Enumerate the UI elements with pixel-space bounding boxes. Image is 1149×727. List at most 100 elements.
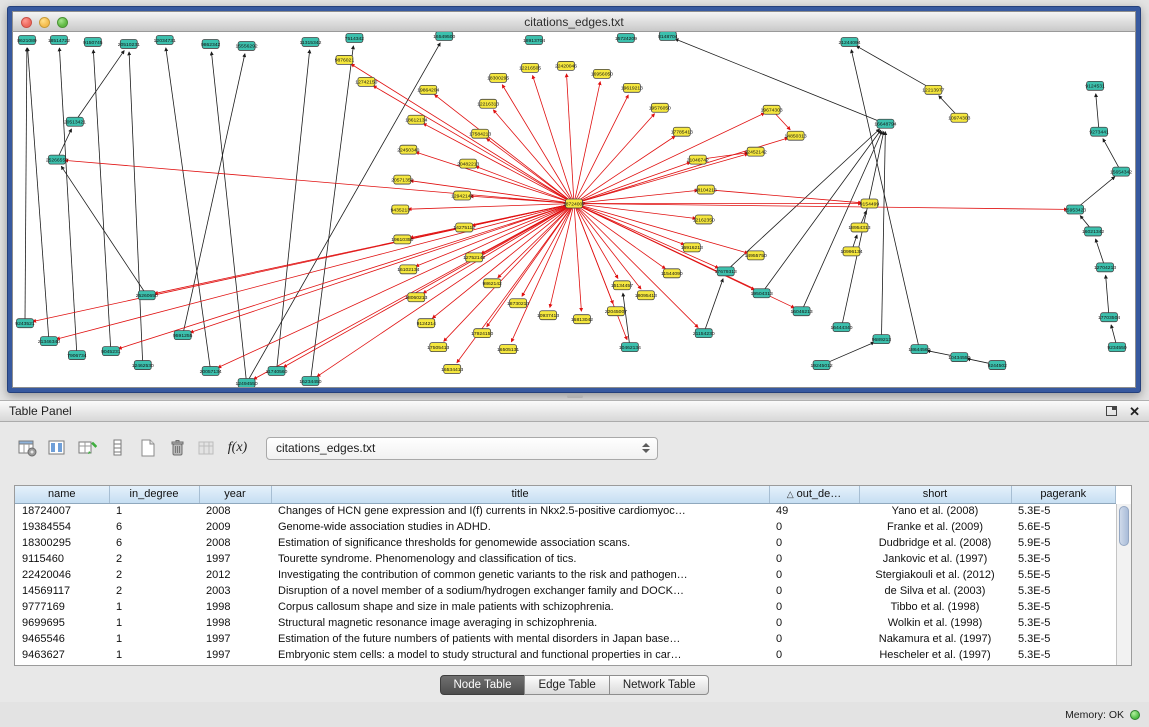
table-cell[interactable]: 0 <box>769 551 859 567</box>
table-mode-button[interactable] <box>14 436 41 461</box>
table-cell[interactable]: 2 <box>109 551 199 567</box>
table-cell[interactable]: 9699695 <box>15 615 109 631</box>
table-cell[interactable]: 14569117 <box>15 583 109 599</box>
table-cell[interactable]: 5.9E-5 <box>1011 535 1116 551</box>
table-cell[interactable]: 2003 <box>199 583 271 599</box>
column-header-title[interactable]: title <box>271 486 769 503</box>
table-row[interactable]: 946554611997Estimation of the future num… <box>15 631 1116 647</box>
table-cell[interactable]: Nakamura et al. (1997) <box>859 631 1011 647</box>
network-window[interactable]: citations_edges.txt 86210891851472291507… <box>7 6 1141 393</box>
table-cell[interactable]: 2008 <box>199 535 271 551</box>
table-cell[interactable]: 1998 <box>199 599 271 615</box>
table-cell[interactable]: 0 <box>769 615 859 631</box>
scrollbar-thumb[interactable] <box>1119 506 1129 546</box>
table-cell[interactable]: 49 <box>769 503 859 519</box>
table-cell[interactable]: 1 <box>109 615 199 631</box>
create-column-button[interactable] <box>134 436 161 461</box>
table-row[interactable]: 911546021997Tourette syndrome. Phenomeno… <box>15 551 1116 567</box>
table-row[interactable]: 977716911998Corpus callosum shape and si… <box>15 599 1116 615</box>
table-cell[interactable]: 5.3E-5 <box>1011 599 1116 615</box>
table-cell[interactable]: Wolkin et al. (1998) <box>859 615 1011 631</box>
table-cell[interactable]: 5.3E-5 <box>1011 551 1116 567</box>
zoom-window-button[interactable] <box>57 17 68 28</box>
minimize-window-button[interactable] <box>39 17 50 28</box>
table-cell[interactable]: 22420046 <box>15 567 109 583</box>
table-source-combobox[interactable]: citations_edges.txt <box>266 437 658 460</box>
table-cell[interactable]: 2 <box>109 567 199 583</box>
column-header-year[interactable]: year <box>199 486 271 503</box>
table-cell[interactable]: 0 <box>769 647 859 663</box>
table-cell[interactable]: 1998 <box>199 615 271 631</box>
function-builder-button[interactable]: f(x) <box>224 436 251 461</box>
table-cell[interactable]: Jankovic et al. (1997) <box>859 551 1011 567</box>
float-panel-icon[interactable] <box>1106 406 1117 416</box>
table-cell[interactable]: 1997 <box>199 551 271 567</box>
table-cell[interactable]: 2008 <box>199 503 271 519</box>
table-cell[interactable]: Embryonic stem cells: a model to study s… <box>271 647 769 663</box>
table-cell[interactable]: Changes of HCN gene expression and I(f) … <box>271 503 769 519</box>
table-cell[interactable]: Structural magnetic resonance image aver… <box>271 615 769 631</box>
column-header-pagerank[interactable]: pagerank <box>1011 486 1116 503</box>
table-row[interactable]: 946362711997Embryonic stem cells: a mode… <box>15 647 1116 663</box>
table-cell[interactable]: 19384554 <box>15 519 109 535</box>
table-cell[interactable]: 5.6E-5 <box>1011 519 1116 535</box>
column-header-name[interactable]: name <box>15 486 109 503</box>
table-cell[interactable]: Franke et al. (2009) <box>859 519 1011 535</box>
table-row[interactable]: 969969511998Structural magnetic resonanc… <box>15 615 1116 631</box>
table-cell[interactable]: Tibbo et al. (1998) <box>859 599 1011 615</box>
tab-network-table[interactable]: Network Table <box>609 675 710 695</box>
edit-table-button[interactable] <box>74 436 101 461</box>
delete-column-button[interactable] <box>164 436 191 461</box>
table-cell[interactable]: 2012 <box>199 567 271 583</box>
table-row[interactable]: 1938455462009Genome-wide association stu… <box>15 519 1116 535</box>
table-cell[interactable]: 5.5E-5 <box>1011 567 1116 583</box>
close-window-button[interactable] <box>21 17 32 28</box>
show-columns-button[interactable] <box>44 436 71 461</box>
table-cell[interactable]: Hescheler et al. (1997) <box>859 647 1011 663</box>
table-cell[interactable]: 18724007 <box>15 503 109 519</box>
table-row[interactable]: 1830029562008Estimation of significance … <box>15 535 1116 551</box>
table-cell[interactable]: Yano et al. (2008) <box>859 503 1011 519</box>
table-cell[interactable]: 18300295 <box>15 535 109 551</box>
column-header-in-degree[interactable]: in_degree <box>109 486 199 503</box>
table-cell[interactable]: 0 <box>769 599 859 615</box>
network-window-titlebar[interactable]: citations_edges.txt <box>12 11 1136 32</box>
table-row[interactable]: 2242004622012Investigating the contribut… <box>15 567 1116 583</box>
table-cell[interactable]: Dudbridge et al. (2008) <box>859 535 1011 551</box>
table-cell[interactable]: 5.3E-5 <box>1011 631 1116 647</box>
table-cell[interactable]: 0 <box>769 567 859 583</box>
table-cell[interactable]: 1997 <box>199 647 271 663</box>
table-cell[interactable]: Disruption of a novel member of a sodium… <box>271 583 769 599</box>
table-cell[interactable]: 6 <box>109 535 199 551</box>
table-cell[interactable]: 9465546 <box>15 631 109 647</box>
table-cell[interactable]: 2 <box>109 583 199 599</box>
tab-edge-table[interactable]: Edge Table <box>524 675 609 695</box>
table-row[interactable]: 1456911722003Disruption of a novel membe… <box>15 583 1116 599</box>
table-cell[interactable]: 1 <box>109 631 199 647</box>
table-cell[interactable]: Tourette syndrome. Phenomenology and cla… <box>271 551 769 567</box>
table-cell[interactable]: 0 <box>769 583 859 599</box>
table-cell[interactable]: 6 <box>109 519 199 535</box>
tab-node-table[interactable]: Node Table <box>440 675 526 695</box>
import-table-button[interactable] <box>194 436 221 461</box>
network-canvas[interactable]: 8621089185147229150745205102311203473198… <box>12 32 1136 388</box>
table-cell[interactable]: Estimation of significance thresholds fo… <box>271 535 769 551</box>
table-cell[interactable]: Corpus callosum shape and size in male p… <box>271 599 769 615</box>
table-cell[interactable]: Investigating the contribution of common… <box>271 567 769 583</box>
table-row[interactable]: 1872400712008Changes of HCN gene express… <box>15 503 1116 519</box>
row-height-button[interactable] <box>104 436 131 461</box>
column-header-out-de-[interactable]: △out_de… <box>769 486 859 503</box>
network-graph[interactable]: 8621089185147229150745205102311203473198… <box>13 32 1135 387</box>
table-cell[interactable]: 0 <box>769 631 859 647</box>
column-header-short[interactable]: short <box>859 486 1011 503</box>
table-cell[interactable]: 2009 <box>199 519 271 535</box>
table-cell[interactable]: 1 <box>109 599 199 615</box>
table-cell[interactable]: 9463627 <box>15 647 109 663</box>
table-cell[interactable]: 1 <box>109 503 199 519</box>
table-cell[interactable]: 5.3E-5 <box>1011 647 1116 663</box>
table-cell[interactable]: 0 <box>769 535 859 551</box>
table-cell[interactable]: 5.3E-5 <box>1011 583 1116 599</box>
table-cell[interactable]: Stergiakouli et al. (2012) <box>859 567 1011 583</box>
table-cell[interactable]: 9777169 <box>15 599 109 615</box>
table-cell[interactable]: 0 <box>769 519 859 535</box>
